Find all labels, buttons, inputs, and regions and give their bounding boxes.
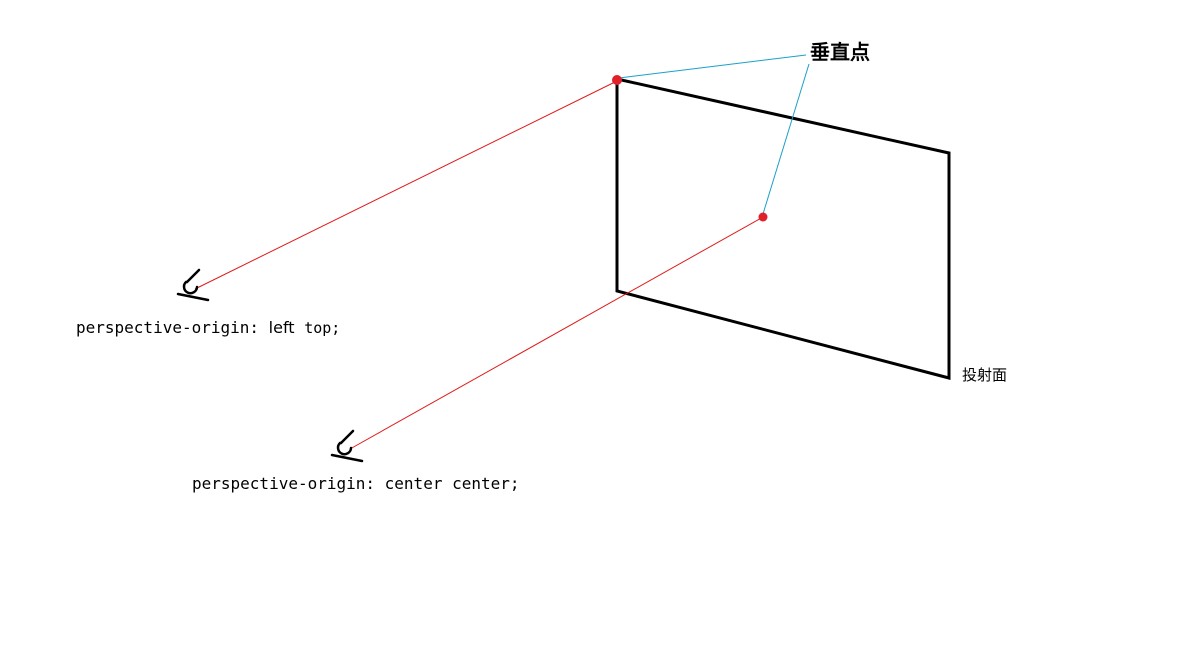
sight-line-left-top xyxy=(194,80,618,290)
projection-plane xyxy=(615,77,951,380)
sight-line-center xyxy=(349,216,764,450)
perspective-origin-center-label: perspective-origin: center center; xyxy=(192,474,520,493)
vertical-point-label: 垂直点 xyxy=(810,40,870,64)
perspective-origin-left-top-label: perspective-origin: left top; xyxy=(76,318,340,337)
pointer-line-corner xyxy=(618,54,807,79)
eye-icon xyxy=(330,429,364,463)
vertical-point-corner xyxy=(612,75,622,85)
vertical-point-center xyxy=(758,212,768,222)
origin-y-value: top; xyxy=(304,319,341,337)
origin-prefix: perspective-origin: xyxy=(76,318,269,337)
origin-x-value: left xyxy=(268,318,295,337)
pointer-line-center xyxy=(762,63,810,215)
projection-plane-label: 投射面 xyxy=(962,366,1008,384)
